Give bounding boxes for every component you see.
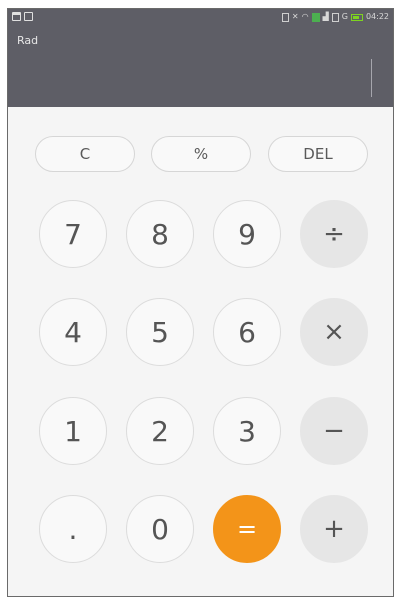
- clear-button[interactable]: C: [35, 136, 135, 172]
- key-5[interactable]: 5: [126, 298, 194, 366]
- signal-icon: [311, 12, 320, 22]
- plus-button[interactable]: +: [300, 495, 368, 563]
- status-bar: ✕ ◠ ▟ G 04:22: [8, 9, 393, 27]
- cellular-bars-icon: ▟: [322, 12, 329, 21]
- key-2[interactable]: 2: [126, 397, 194, 465]
- sim-icon: [281, 12, 289, 22]
- key-6[interactable]: 6: [213, 298, 281, 366]
- gallery-icon: [12, 12, 21, 21]
- wifi-icon: ◠: [301, 12, 309, 21]
- text-cursor: [371, 59, 372, 97]
- display-panel: ✕ ◠ ▟ G 04:22 Rad: [8, 9, 393, 107]
- battery-icon: [350, 13, 363, 21]
- decimal-button[interactable]: .: [39, 495, 107, 563]
- key-3[interactable]: 3: [213, 397, 281, 465]
- delete-button[interactable]: DEL: [268, 136, 368, 172]
- key-9[interactable]: 9: [213, 200, 281, 268]
- key-7[interactable]: 7: [39, 200, 107, 268]
- minus-button[interactable]: −: [300, 397, 368, 465]
- clock-time: 04:22: [365, 12, 389, 21]
- key-0[interactable]: 0: [126, 495, 194, 563]
- percent-button[interactable]: %: [151, 136, 251, 172]
- status-right-icons: ✕ ◠ ▟ G 04:22: [281, 11, 389, 23]
- sim2-icon: [331, 12, 339, 22]
- network-type-label: G: [341, 12, 348, 21]
- calculator-app: ✕ ◠ ▟ G 04:22 Rad C % DEL 7 8 9 ÷ 4 5 6 …: [7, 8, 394, 597]
- status-left-icons: [12, 12, 33, 21]
- key-8[interactable]: 8: [126, 200, 194, 268]
- key-4[interactable]: 4: [39, 298, 107, 366]
- angle-mode-label[interactable]: Rad: [17, 34, 38, 47]
- equals-button[interactable]: =: [213, 495, 281, 563]
- mute-icon: ✕: [291, 12, 299, 21]
- divide-button[interactable]: ÷: [300, 200, 368, 268]
- multiply-button[interactable]: ×: [300, 298, 368, 366]
- message-icon: [24, 12, 33, 21]
- key-1[interactable]: 1: [39, 397, 107, 465]
